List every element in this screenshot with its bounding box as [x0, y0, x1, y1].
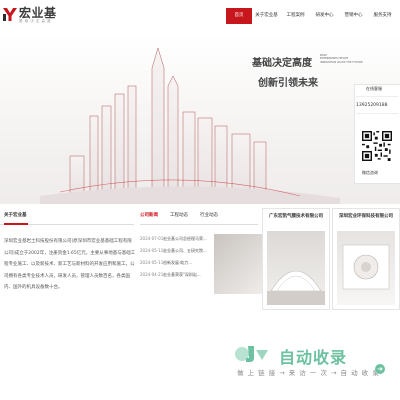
hero-english-text: BASE ENTERPRISES HEIGHT INNOVATION LEADS… [320, 54, 363, 64]
company-name[interactable]: 深圳宏业环保科技有限公司 [333, 213, 399, 219]
hero-en-line: INNOVATION LEADS THE FUTURE [320, 60, 363, 64]
news-thumbnail[interactable] [214, 234, 262, 294]
watermark-brand: 自动收录 [279, 348, 348, 367]
watermark-slogan: 做 上 链 接 → 来 访 一 次 → 自 动 收 录 [237, 369, 380, 377]
news-date: 2024-07-01 [140, 236, 164, 241]
company-name[interactable]: 广东宏凯气膜技术有限公司 [263, 213, 329, 219]
equipment-illustration [342, 244, 390, 290]
company-photo [337, 231, 395, 305]
tab-industry-news[interactable]: 行业动态 [200, 212, 218, 222]
site-header: 宏业基 基 础 决 定 高 度 首页 关于宏业基 工程案例 研发中心 营销中心 … [0, 0, 400, 34]
main-nav: 首页 关于宏业基 工程案例 研发中心 营销中心 服务支持 [226, 8, 397, 24]
news-date: 2024-05-11 [140, 248, 164, 253]
city-skyline-illustration [40, 47, 340, 204]
nav-cases[interactable]: 工程案例 [281, 8, 310, 24]
hero-headline: 基础决定高度 [252, 58, 312, 69]
divider [356, 96, 398, 97]
about-description: 深圳宏业基岩土科技股份有限公司(原深圳市宏业基基础工程有限公司)成立于2002年… [4, 239, 136, 290]
company-card[interactable]: 深圳宏业环保科技有限公司 [332, 208, 400, 310]
watermark-logo-icon [235, 346, 268, 362]
online-service-link[interactable]: 在线客服 [366, 86, 382, 92]
nav-rd[interactable]: 研发中心 [310, 8, 339, 24]
nav-support[interactable]: 服务支持 [368, 8, 397, 24]
tab-company-news[interactable]: 公司新闻 [140, 212, 158, 222]
wechat-qr-code [362, 131, 392, 161]
air-dome-illustration [267, 270, 325, 305]
nav-home[interactable]: 首页 [226, 8, 252, 24]
divider [140, 224, 258, 225]
phone-number[interactable]: 13925209188 [356, 103, 388, 108]
hero-banner[interactable]: 基础决定高度 创新引领未来 BASE ENTERPRISES HEIGHT IN… [0, 34, 400, 204]
nav-marketing[interactable]: 营销中心 [339, 8, 368, 24]
tab-project-news[interactable]: 工程动态 [170, 212, 188, 222]
about-section-title[interactable]: 关于宏业基 [4, 212, 27, 218]
hero-subheadline: 创新引领未来 [258, 78, 318, 89]
company-card[interactable]: 广东宏凯气膜技术有限公司 [262, 208, 330, 310]
logo-icon[interactable] [2, 6, 18, 22]
arrow-right-icon: ➜ [375, 364, 385, 374]
nav-about[interactable]: 关于宏业基 [252, 8, 281, 24]
title-underline [4, 223, 28, 225]
news-date: 2024-05-11 [140, 260, 164, 265]
wechat-label: 微信咨询 [362, 170, 378, 175]
logo-slogan: 基 础 决 定 高 度 [19, 19, 52, 23]
news-tabs: 公司新闻 工程动态 行业动态 [140, 212, 258, 222]
company-photo [267, 231, 325, 305]
divider [356, 113, 398, 114]
news-date: 2024-04-21 [140, 272, 164, 277]
